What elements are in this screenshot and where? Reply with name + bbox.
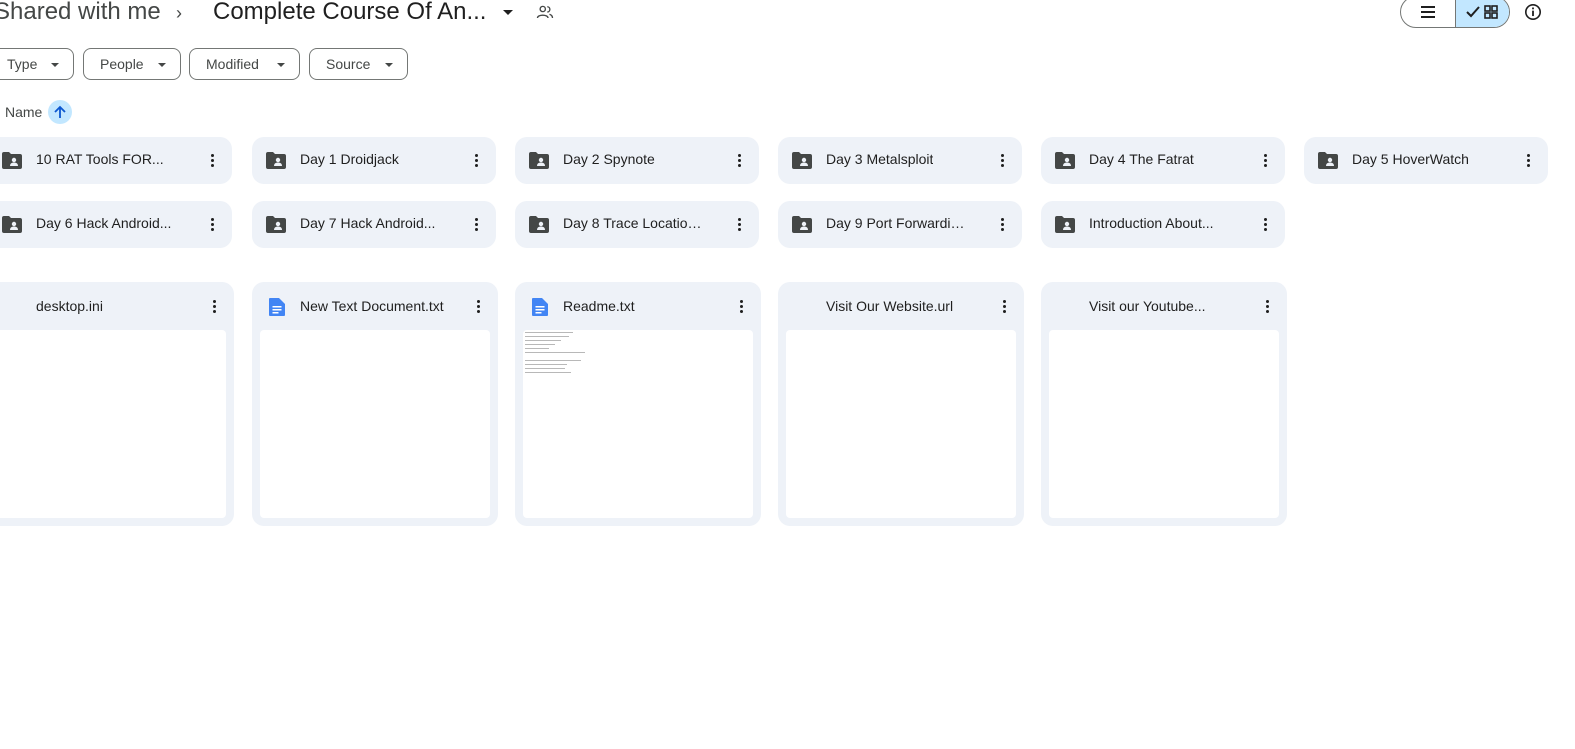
check-icon bbox=[1466, 6, 1481, 18]
breadcrumb-current[interactable]: Complete Course Of An... bbox=[213, 0, 486, 26]
folder-name: Day 5 HoverWatch bbox=[1352, 151, 1469, 167]
filter-people-label: People bbox=[100, 56, 144, 72]
file-card[interactable]: New Text Document.txt bbox=[252, 282, 498, 526]
caret-down-icon bbox=[51, 63, 59, 67]
folder-name: Day 6 Hack Android... bbox=[36, 215, 172, 231]
filter-modified-chip[interactable]: Modified bbox=[189, 48, 300, 80]
more-options-icon[interactable] bbox=[733, 213, 745, 235]
folder-name: Introduction About... bbox=[1089, 215, 1214, 231]
shared-folder-icon bbox=[2, 152, 22, 169]
more-options-icon[interactable] bbox=[470, 213, 482, 235]
folder-name: Day 3 Metalsploit bbox=[826, 151, 934, 167]
shared-folder-icon bbox=[2, 216, 22, 233]
more-options-icon[interactable] bbox=[733, 149, 745, 171]
folder-card[interactable]: Day 7 Hack Android... bbox=[252, 201, 496, 248]
more-options-icon[interactable] bbox=[1522, 149, 1534, 171]
folder-card[interactable]: Day 3 Metalsploit bbox=[778, 137, 1022, 184]
file-name: New Text Document.txt bbox=[300, 298, 444, 314]
folder-name: Day 2 Spynote bbox=[563, 151, 655, 167]
file-preview bbox=[260, 330, 490, 518]
doc-icon bbox=[532, 298, 548, 316]
more-options-icon[interactable] bbox=[472, 295, 484, 317]
folder-name: Day 1 Droidjack bbox=[300, 151, 399, 167]
folder-name: Day 9 Port Forwarding... bbox=[826, 215, 968, 231]
folder-name: Day 4 The Fatrat bbox=[1089, 151, 1194, 167]
shared-folder-icon bbox=[529, 152, 549, 169]
file-preview bbox=[786, 330, 1016, 518]
filter-modified-label: Modified bbox=[206, 56, 259, 72]
file-preview bbox=[1049, 330, 1279, 518]
caret-down-icon bbox=[385, 63, 393, 67]
shared-folder-icon bbox=[792, 152, 812, 169]
more-options-icon[interactable] bbox=[206, 213, 218, 235]
file-name: Visit Our Website.url bbox=[826, 298, 954, 314]
file-card[interactable]: Visit our Youtube... bbox=[1041, 282, 1287, 526]
folder-card[interactable]: 10 RAT Tools FOR... bbox=[0, 137, 232, 184]
more-options-icon[interactable] bbox=[470, 149, 482, 171]
caret-down-icon bbox=[277, 63, 285, 67]
text-preview-lines bbox=[525, 332, 595, 376]
file-name: Visit our Youtube... bbox=[1089, 298, 1206, 314]
shared-folder-icon bbox=[1055, 152, 1075, 169]
sort-direction-button[interactable] bbox=[48, 100, 73, 124]
shared-folder-icon bbox=[792, 216, 812, 233]
folder-card[interactable]: Day 1 Droidjack bbox=[252, 137, 496, 184]
folder-card[interactable]: Introduction About... bbox=[1041, 201, 1285, 248]
file-name: desktop.ini bbox=[36, 298, 103, 314]
more-options-icon[interactable] bbox=[735, 295, 747, 317]
file-card[interactable]: desktop.ini bbox=[0, 282, 234, 526]
chevron-down-icon[interactable] bbox=[503, 10, 513, 15]
more-options-icon[interactable] bbox=[996, 213, 1008, 235]
grid-icon bbox=[1484, 5, 1499, 19]
sort-label[interactable]: Name bbox=[5, 104, 42, 120]
filter-people-chip[interactable]: People bbox=[83, 48, 181, 80]
info-icon[interactable] bbox=[1524, 3, 1542, 21]
file-preview bbox=[0, 330, 226, 518]
breadcrumb-parent[interactable]: Shared with me bbox=[0, 0, 161, 26]
list-view-button[interactable] bbox=[1401, 0, 1455, 27]
arrow-up-icon bbox=[54, 105, 66, 118]
filter-source-label: Source bbox=[326, 56, 371, 72]
shared-folder-icon bbox=[1055, 216, 1075, 233]
breadcrumb-separator: › bbox=[176, 3, 182, 23]
shared-folder-icon bbox=[529, 216, 549, 233]
folder-name: 10 RAT Tools FOR... bbox=[36, 151, 164, 167]
file-card[interactable]: Visit Our Website.url bbox=[778, 282, 1024, 526]
folder-name: Day 7 Hack Android... bbox=[300, 215, 436, 231]
file-name: Readme.txt bbox=[563, 298, 635, 314]
list-icon bbox=[1420, 6, 1435, 18]
more-options-icon[interactable] bbox=[206, 149, 218, 171]
header: Shared with me › Complete Course Of An..… bbox=[0, 0, 1575, 30]
folder-card[interactable]: Day 8 Trace Location o... bbox=[515, 201, 759, 248]
more-options-icon[interactable] bbox=[1259, 213, 1271, 235]
file-card[interactable]: Readme.txt bbox=[515, 282, 761, 526]
filter-type-label: Type bbox=[7, 56, 38, 72]
shared-folder-icon bbox=[266, 152, 286, 169]
folder-card[interactable]: Day 5 HoverWatch bbox=[1304, 137, 1548, 184]
more-options-icon[interactable] bbox=[998, 295, 1010, 317]
more-options-icon[interactable] bbox=[208, 295, 220, 317]
folder-card[interactable]: Day 4 The Fatrat bbox=[1041, 137, 1285, 184]
grid-view-button[interactable] bbox=[1454, 0, 1509, 27]
filter-source-chip[interactable]: Source bbox=[309, 48, 408, 80]
shared-folder-icon bbox=[1318, 152, 1338, 169]
folder-card[interactable]: Day 2 Spynote bbox=[515, 137, 759, 184]
file-preview bbox=[523, 330, 753, 518]
caret-down-icon bbox=[158, 63, 166, 67]
shared-folder-icon bbox=[266, 216, 286, 233]
filter-type-chip[interactable]: Type bbox=[0, 48, 74, 80]
more-options-icon[interactable] bbox=[1259, 149, 1271, 171]
view-toggle bbox=[1400, 0, 1510, 28]
people-icon[interactable] bbox=[536, 4, 554, 20]
folder-card[interactable]: Day 6 Hack Android... bbox=[0, 201, 232, 248]
folder-name: Day 8 Trace Location o... bbox=[563, 215, 705, 231]
more-options-icon[interactable] bbox=[996, 149, 1008, 171]
sort-control: Name bbox=[5, 100, 73, 124]
more-options-icon[interactable] bbox=[1261, 295, 1273, 317]
doc-icon bbox=[269, 298, 285, 316]
folder-card[interactable]: Day 9 Port Forwarding... bbox=[778, 201, 1022, 248]
